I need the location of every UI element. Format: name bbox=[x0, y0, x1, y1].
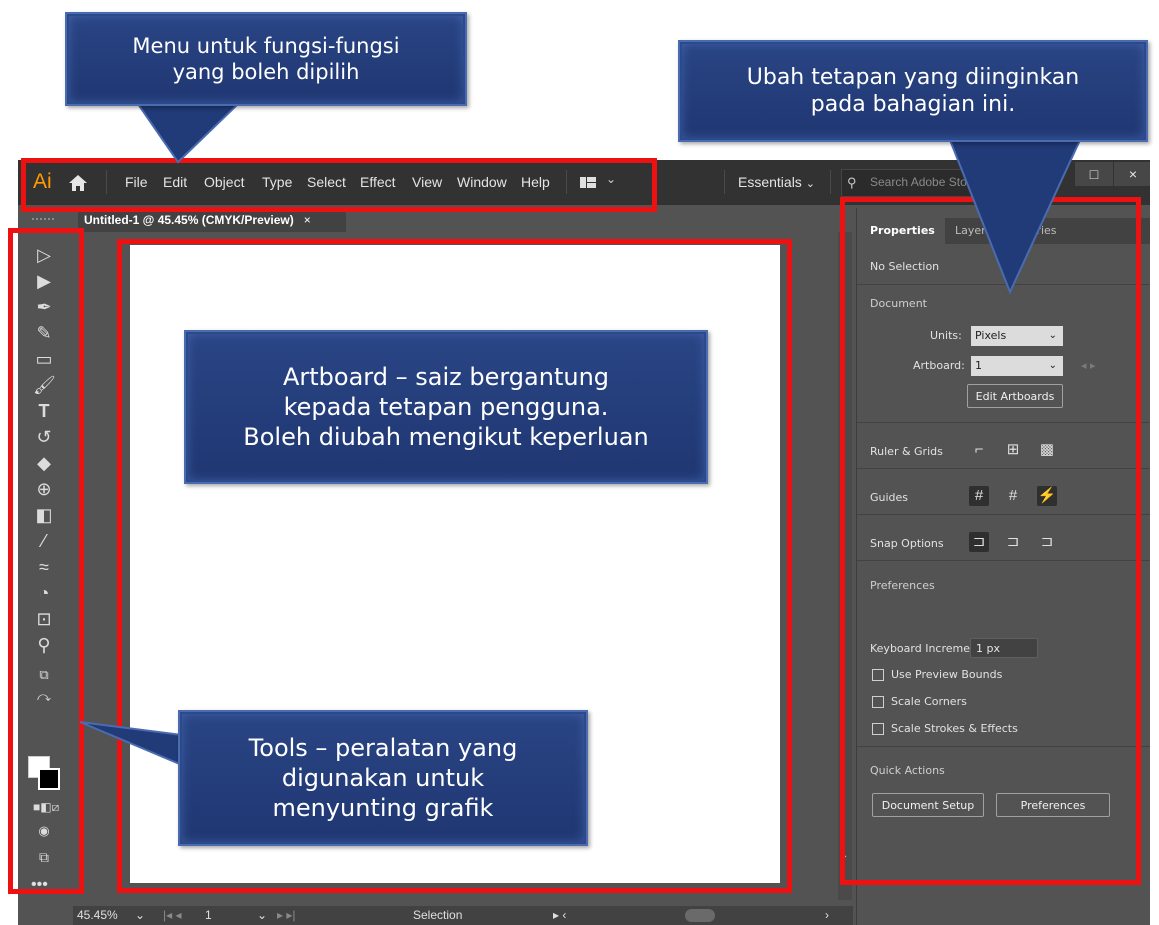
document-tab-title: Untitled-1 @ 45.45% (CMYK/Preview) bbox=[84, 213, 294, 227]
menu-separator bbox=[830, 170, 831, 194]
workspace-label: Essentials bbox=[738, 174, 802, 190]
artboard-callout: Artboard – saiz bergantung kepada tetapa… bbox=[184, 330, 708, 484]
close-icon[interactable]: × bbox=[304, 213, 311, 227]
first-artboard-icon[interactable]: |◂ ◂ bbox=[163, 908, 182, 922]
next-artboard-icon[interactable]: ▸ ▸| bbox=[277, 908, 296, 922]
menu-callout-tail bbox=[136, 103, 241, 164]
search-adobe-stock-input[interactable]: ⚲ Search Adobe Stoc bbox=[841, 169, 973, 197]
tools-callout: Tools – peralatan yang digunakan untuk m… bbox=[178, 710, 588, 846]
menu-callout: Menu untuk fungsi-fungsi yang boleh dipi… bbox=[65, 12, 467, 106]
status-bar: 45.45% ⌄ |◂ ◂ 1 ⌄ ▸ ▸| Selection ▸ ‹ › bbox=[73, 906, 853, 925]
current-tool-name: Selection bbox=[413, 908, 463, 922]
horizontal-scroll-thumb[interactable] bbox=[685, 909, 715, 922]
artboard-number[interactable]: 1 bbox=[205, 908, 212, 922]
menu-separator bbox=[724, 170, 725, 194]
close-window-button[interactable]: × bbox=[1114, 162, 1150, 186]
restore-window-button[interactable]: □ bbox=[1075, 162, 1113, 186]
chevron-down-icon[interactable]: ⌄ bbox=[257, 908, 267, 922]
panel-highlight-box bbox=[840, 197, 1141, 885]
menu-highlight-box bbox=[21, 158, 657, 212]
menu-callout-text: Menu untuk fungsi-fungsi yang boleh dipi… bbox=[132, 33, 400, 84]
panel-callout-text: Ubah tetapan yang diinginkan pada bahagi… bbox=[746, 64, 1080, 118]
search-placeholder: Search Adobe Stoc bbox=[870, 175, 973, 189]
panel-grip[interactable] bbox=[32, 218, 54, 223]
zoom-level[interactable]: 45.45% bbox=[77, 908, 118, 922]
search-icon: ⚲ bbox=[847, 175, 857, 190]
chevron-down-icon[interactable]: ⌄ bbox=[135, 908, 145, 922]
artboard-callout-text: Artboard – saiz bergantung kepada tetapa… bbox=[243, 363, 649, 451]
tools-callout-text: Tools – peralatan yang digunakan untuk m… bbox=[248, 734, 518, 822]
tools-highlight-box bbox=[8, 228, 84, 894]
workspace-switcher[interactable]: Essentials ⌄ bbox=[738, 174, 815, 190]
chevron-down-icon: ⌄ bbox=[805, 178, 815, 190]
status-menu-icon[interactable]: ▸ ‹ bbox=[553, 908, 566, 922]
scroll-right-icon[interactable]: › bbox=[825, 908, 829, 922]
panel-callout: Ubah tetapan yang diinginkan pada bahagi… bbox=[678, 40, 1148, 142]
